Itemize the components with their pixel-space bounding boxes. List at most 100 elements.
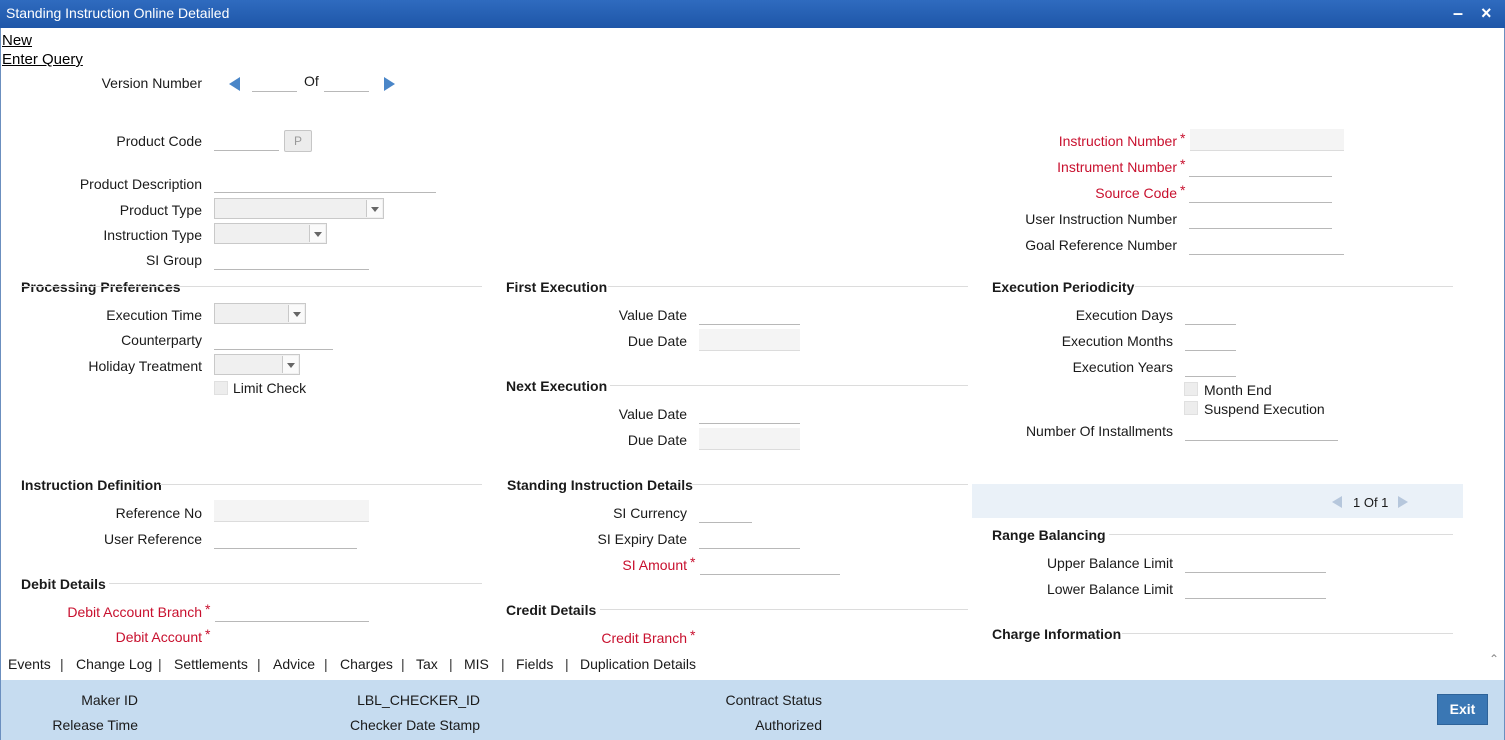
section-divider [109, 583, 482, 584]
limit-check-checkbox[interactable] [214, 381, 228, 395]
close-icon[interactable]: × [1481, 3, 1492, 24]
source-code-input[interactable] [1189, 181, 1332, 203]
user-instruction-number-input[interactable] [1189, 207, 1332, 229]
version-number-input[interactable] [252, 70, 297, 92]
lower-balance-limit-label: Lower Balance Limit [1046, 581, 1173, 597]
record-pager: 1 Of 1 [972, 484, 1463, 518]
audit-footer: Maker ID Release Time LBL_CHECKER_ID Che… [1, 680, 1504, 740]
product-description-label: Product Description [79, 176, 202, 192]
execution-time-label: Execution Time [106, 307, 202, 323]
source-code-label: Source Code [1095, 185, 1177, 201]
next-value-date-input[interactable] [699, 402, 800, 424]
next-due-date-input[interactable] [699, 428, 800, 450]
credit-details-heading: Credit Details [506, 602, 597, 618]
checker-id-label: LBL_CHECKER_ID [357, 692, 480, 708]
execution-months-input[interactable] [1185, 329, 1236, 351]
enter-query-link[interactable]: Enter Query [2, 51, 83, 68]
instruction-type-label: Instruction Type [103, 227, 202, 243]
first-execution-heading: First Execution [506, 279, 608, 295]
tab-separator: | [257, 656, 261, 672]
next-execution-heading: Next Execution [506, 378, 608, 394]
si-currency-input[interactable] [699, 501, 752, 523]
release-time-label: Release Time [52, 717, 138, 733]
number-of-installments-input[interactable] [1185, 419, 1338, 441]
tab-change-log[interactable]: Change Log [76, 656, 152, 672]
chevron-down-icon [309, 225, 325, 242]
execution-time-select[interactable] [214, 303, 306, 324]
exit-button[interactable]: Exit [1437, 694, 1488, 725]
upper-balance-limit-input[interactable] [1185, 551, 1326, 573]
first-due-date-input[interactable] [699, 329, 800, 351]
instruction-type-select[interactable] [214, 223, 327, 244]
user-reference-input[interactable] [214, 527, 357, 549]
next-version-icon[interactable] [384, 77, 395, 91]
chevron-down-icon [366, 200, 382, 217]
execution-periodicity-heading: Execution Periodicity [992, 279, 1135, 295]
required-marker: * [1180, 156, 1186, 172]
charge-information-heading: Charge Information [992, 626, 1122, 642]
holiday-treatment-select[interactable] [214, 354, 300, 375]
execution-months-label: Execution Months [1061, 333, 1173, 349]
product-description-input[interactable] [214, 171, 436, 193]
product-type-label: Product Type [119, 202, 202, 218]
si-expiry-date-label: SI Expiry Date [597, 531, 687, 547]
user-instruction-number-label: User Instruction Number [1025, 211, 1177, 227]
tab-mis[interactable]: MIS [464, 656, 489, 672]
debit-account-branch-input[interactable] [215, 600, 369, 622]
section-divider [600, 609, 968, 610]
si-group-label: SI Group [145, 252, 202, 268]
product-code-input[interactable] [214, 129, 279, 151]
execution-years-input[interactable] [1185, 355, 1236, 377]
window-title: Standing Instruction Online Detailed [6, 5, 230, 21]
tab-separator: | [565, 656, 569, 672]
product-code-label: Product Code [116, 133, 202, 149]
contract-status-label: Contract Status [725, 692, 823, 708]
si-currency-label: SI Currency [613, 505, 687, 521]
section-divider [1109, 534, 1453, 535]
section-divider [160, 484, 482, 485]
si-amount-label: SI Amount [622, 557, 687, 573]
prev-version-icon[interactable] [229, 77, 240, 91]
prev-record-icon[interactable] [1332, 496, 1342, 508]
processing-preferences-heading: Processing Preferences [21, 279, 181, 295]
debit-details-heading: Debit Details [21, 576, 106, 592]
instruction-number-input[interactable] [1190, 129, 1344, 151]
counterparty-input[interactable] [214, 328, 333, 350]
reference-no-input[interactable] [214, 500, 369, 522]
suspend-execution-checkbox[interactable] [1184, 401, 1198, 415]
first-value-date-input[interactable] [699, 303, 800, 325]
si-group-input[interactable] [214, 248, 369, 270]
tab-fields[interactable]: Fields [516, 656, 553, 672]
chevron-down-icon [288, 305, 304, 322]
next-record-icon[interactable] [1398, 496, 1408, 508]
goal-reference-number-input[interactable] [1189, 233, 1344, 255]
section-divider [1122, 633, 1453, 634]
tab-separator: | [324, 656, 328, 672]
user-reference-label: User Reference [103, 531, 202, 547]
product-type-select[interactable] [214, 198, 384, 219]
minimize-icon[interactable]: – [1453, 3, 1463, 24]
execution-days-input[interactable] [1185, 303, 1236, 325]
section-divider [1135, 286, 1453, 287]
month-end-checkbox[interactable] [1184, 382, 1198, 396]
new-link[interactable]: New [2, 32, 32, 49]
tab-events[interactable]: Events [8, 656, 51, 672]
instrument-number-input[interactable] [1189, 155, 1332, 177]
tab-settlements[interactable]: Settlements [174, 656, 248, 672]
tab-separator: | [60, 656, 64, 672]
si-expiry-date-input[interactable] [699, 527, 800, 549]
next-due-date-label: Due Date [627, 432, 687, 448]
product-lov-button[interactable]: P [284, 130, 312, 152]
execution-days-label: Execution Days [1075, 307, 1173, 323]
version-number-label: Version Number [101, 75, 202, 91]
lower-balance-limit-input[interactable] [1185, 577, 1326, 599]
required-marker: * [1180, 130, 1186, 146]
section-divider [178, 286, 482, 287]
tab-duplication-details[interactable]: Duplication Details [580, 656, 696, 672]
si-amount-input[interactable] [700, 553, 840, 575]
chevron-up-icon[interactable]: ⌃ [1489, 652, 1499, 666]
tab-charges[interactable]: Charges [340, 656, 393, 672]
version-total-input[interactable] [324, 70, 369, 92]
tab-advice[interactable]: Advice [273, 656, 315, 672]
tab-tax[interactable]: Tax [416, 656, 438, 672]
